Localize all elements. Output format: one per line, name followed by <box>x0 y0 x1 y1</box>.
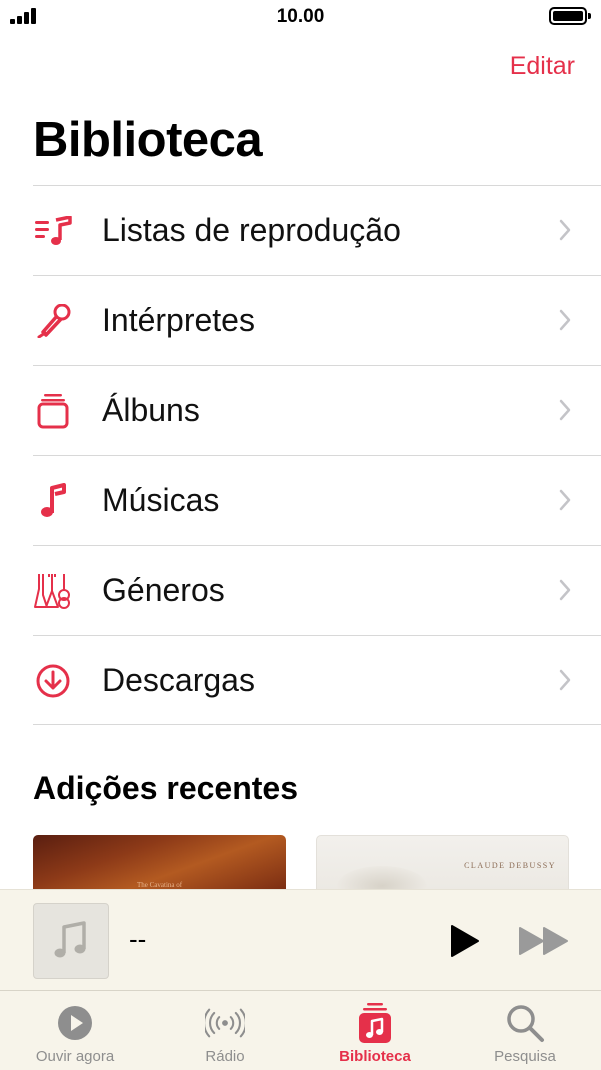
recent-album-card[interactable]: The Cavatina of <box>33 835 286 891</box>
play-icon[interactable] <box>450 924 480 958</box>
menu-item-label: Géneros <box>102 572 225 608</box>
fast-forward-icon[interactable] <box>518 926 570 956</box>
chevron-right-icon <box>559 669 571 691</box>
tab-label: Pesquisa <box>494 1048 556 1065</box>
album-cover-text: CLAUDE DEBUSSY <box>464 861 556 870</box>
music-note-icon <box>33 483 73 519</box>
status-bar: 10.00 <box>0 0 601 34</box>
music-note-icon <box>54 921 86 958</box>
recent-album-card[interactable]: CLAUDE DEBUSSY <box>316 835 569 891</box>
menu-item-label: Listas de reprodução <box>102 212 401 248</box>
playlist-icon <box>33 213 73 249</box>
menu-item-songs[interactable]: Músicas <box>33 455 601 545</box>
album-cover-text: The Cavatina of <box>137 881 183 889</box>
recent-section-title: Adições recentes <box>33 770 299 806</box>
album-stack-icon <box>33 393 73 429</box>
menu-item-label: Álbuns <box>102 392 200 428</box>
edit-button[interactable]: Editar <box>510 52 575 81</box>
search-icon <box>505 1003 545 1043</box>
tab-label: Rádio <box>205 1048 245 1065</box>
download-circle-icon <box>33 663 73 699</box>
library-icon <box>355 1003 395 1043</box>
menu-item-artists[interactable]: Intérpretes <box>33 275 601 365</box>
chevron-right-icon <box>559 579 571 601</box>
radio-waves-icon <box>205 1003 245 1043</box>
chevron-right-icon <box>559 489 571 511</box>
menu-item-label: Músicas <box>102 482 220 518</box>
menu-item-downloads[interactable]: Descargas <box>33 635 601 725</box>
now-playing-artwork <box>33 903 109 979</box>
play-circle-icon <box>55 1003 95 1043</box>
mini-player[interactable]: -- <box>0 889 601 990</box>
battery-icon <box>549 7 591 25</box>
guitars-icon <box>33 573 73 609</box>
chevron-right-icon <box>559 219 571 241</box>
menu-item-label: Descargas <box>102 661 255 698</box>
page-title: Biblioteca <box>33 113 263 167</box>
menu-item-albums[interactable]: Álbuns <box>33 365 601 455</box>
menu-item-genres[interactable]: Géneros <box>33 545 601 635</box>
tab-label: Ouvir agora <box>35 1048 115 1065</box>
tab-bar: Ouvir agora Rádio Biblioteca Pesquisa <box>0 990 601 1070</box>
microphone-icon <box>33 303 73 339</box>
chevron-right-icon <box>559 309 571 331</box>
tab-radio[interactable]: Rádio <box>150 991 300 1070</box>
now-playing-title: -- <box>129 924 147 954</box>
chevron-right-icon <box>559 399 571 421</box>
status-time: 10.00 <box>276 6 325 27</box>
menu-item-playlists[interactable]: Listas de reprodução <box>33 185 601 275</box>
tab-search[interactable]: Pesquisa <box>450 991 600 1070</box>
menu-item-label: Intérpretes <box>102 302 255 338</box>
library-menu: Listas de reprodução Intérpretes Álbuns <box>33 185 601 725</box>
tab-listen-now[interactable]: Ouvir agora <box>0 991 150 1070</box>
album-cover-art <box>337 866 427 890</box>
tab-label: Biblioteca <box>339 1048 411 1065</box>
tab-library[interactable]: Biblioteca <box>300 991 450 1070</box>
